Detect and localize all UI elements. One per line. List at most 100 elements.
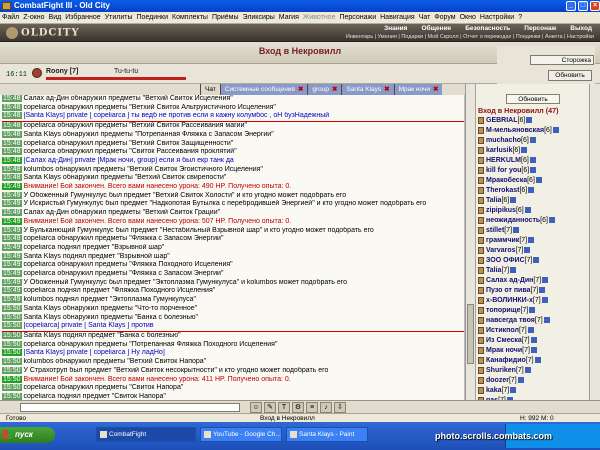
player-info-icon[interactable] — [528, 187, 535, 194]
chat-timestamp[interactable]: 15:48 — [2, 174, 22, 182]
private-chat-icon[interactable] — [478, 246, 484, 254]
player-list-name[interactable]: Салах ад-Дин — [486, 277, 533, 284]
player-info-icon[interactable] — [513, 227, 520, 234]
chat-timestamp[interactable]: 15:48 — [2, 122, 22, 130]
player-info-icon[interactable] — [517, 377, 524, 384]
private-chat-icon[interactable] — [478, 296, 484, 304]
chat-timestamp[interactable]: 15:50 — [2, 384, 22, 392]
player-list-item[interactable]: muchacho[6] — [478, 136, 590, 146]
private-chat-icon[interactable] — [478, 116, 484, 124]
private-chat-icon[interactable] — [478, 376, 484, 384]
private-chat-icon[interactable] — [478, 276, 484, 284]
menu-item[interactable]: Настройки — [478, 14, 516, 21]
private-chat-icon[interactable] — [478, 136, 484, 144]
player-list-name[interactable]: GEBRIAL — [486, 117, 518, 124]
tab-close-icon[interactable]: ✖ — [384, 86, 389, 93]
player-list-item[interactable]: stillet[7] — [478, 226, 590, 236]
private-chat-icon[interactable] — [478, 326, 484, 334]
minimize-button[interactable]: _ — [566, 1, 576, 11]
player-list-item[interactable]: М-мельяновская[6] — [478, 126, 590, 136]
menu-item[interactable]: Комплекты — [170, 14, 210, 21]
private-chat-icon[interactable] — [478, 306, 484, 314]
side-refresh-button[interactable]: Обновить — [506, 94, 560, 104]
player-list-name[interactable]: навсегда твоя — [486, 317, 535, 324]
player-info-icon[interactable] — [527, 327, 534, 334]
chat-timestamp[interactable]: 15:48 — [2, 148, 22, 156]
top-nav-item[interactable]: Выход — [570, 25, 592, 32]
player-list-item[interactable]: неожиданность[6] — [478, 216, 590, 226]
player-info-icon[interactable] — [529, 307, 536, 314]
player-info-icon[interactable] — [521, 147, 528, 154]
chat-timestamp[interactable]: 15:48 — [2, 165, 22, 173]
tab-close-icon[interactable]: ✖ — [298, 86, 303, 93]
player-info-icon[interactable] — [539, 287, 546, 294]
private-chat-icon[interactable] — [478, 356, 484, 364]
player-info-icon[interactable] — [543, 317, 550, 324]
private-chat-icon[interactable] — [478, 346, 484, 354]
player-list-item[interactable]: граммчик[7] — [478, 236, 590, 246]
chat-timestamp[interactable]: 15:50 — [2, 331, 22, 339]
player-list-name[interactable]: doozer — [486, 377, 509, 384]
menu-item[interactable]: Z-окно — [21, 14, 46, 21]
filter-icon[interactable]: T — [278, 402, 290, 413]
top-nav-item[interactable]: Персонаж — [524, 25, 556, 32]
task-combatfight[interactable]: CombatFight — [96, 427, 196, 442]
chat-scroll-thumb[interactable] — [467, 304, 474, 364]
player-list-item[interactable]: Пузо от пива[7] — [478, 286, 590, 296]
player-list-item[interactable]: навсегда твоя[7] — [478, 316, 590, 326]
player-info-icon[interactable] — [533, 257, 540, 264]
player-list-item[interactable]: Из Смеска[7] — [478, 336, 590, 346]
menu-item[interactable]: ? — [516, 14, 524, 21]
player-list-item[interactable]: kill for you[6] — [478, 166, 590, 176]
player-info-icon[interactable] — [524, 247, 531, 254]
player-info-icon[interactable] — [524, 367, 531, 374]
chat-timestamp[interactable]: 15:49 — [2, 235, 22, 243]
player-list-name[interactable]: граммчик — [486, 237, 519, 244]
player-list-name[interactable]: М-мельяновская — [486, 127, 544, 134]
player-list-item[interactable]: Мракобеска[6] — [478, 176, 590, 186]
close-button[interactable]: × — [590, 1, 600, 11]
side-scrollbar[interactable] — [589, 84, 600, 400]
private-chat-icon[interactable] — [478, 226, 484, 234]
menu-item[interactable]: Навигация — [378, 14, 417, 21]
settings-icon[interactable]: ⚙ — [292, 402, 304, 413]
message-input[interactable] — [20, 403, 240, 412]
player-info-icon[interactable] — [528, 237, 535, 244]
chat-timestamp[interactable]: 15:49 — [2, 243, 22, 251]
player-list-item[interactable]: ЗОО ОФИС[7] — [478, 256, 590, 266]
player-list-item[interactable]: zipipikus[6] — [478, 206, 590, 216]
player-info-icon[interactable] — [510, 267, 517, 274]
chat-tab[interactable]: Системные сообщения ✖ — [219, 84, 308, 95]
chat-timestamp[interactable]: 15:48 — [2, 130, 22, 138]
player-list-name[interactable]: Talia — [486, 197, 501, 204]
player-list-item[interactable]: топорище[7] — [478, 306, 590, 316]
player-list-item[interactable]: doozer[7] — [478, 376, 590, 386]
sound-icon[interactable]: ♪ — [320, 402, 332, 413]
player-list-item[interactable]: Shuriken[7] — [478, 366, 590, 376]
player-list-item[interactable]: Салах ад-Дин[7] — [478, 276, 590, 286]
private-chat-icon[interactable] — [478, 256, 484, 264]
private-chat-icon[interactable] — [478, 386, 484, 394]
player-list-item[interactable]: GEBRIAL[6] — [478, 116, 590, 126]
private-chat-icon[interactable] — [478, 156, 484, 164]
top-nav-item[interactable]: Общение — [421, 25, 451, 32]
refresh-button[interactable]: Обновить — [548, 70, 592, 81]
chat-timestamp[interactable]: 15:49 — [2, 191, 22, 199]
player-list-name[interactable]: karlusik — [486, 147, 512, 154]
task-youtube[interactable]: YouTube - Google Ch... — [200, 427, 282, 442]
player-info-icon[interactable] — [541, 297, 548, 304]
private-chat-icon[interactable] — [478, 146, 484, 154]
player-list-name[interactable]: Мрак ночи — [486, 347, 522, 354]
player-info-icon[interactable] — [530, 337, 537, 344]
private-chat-icon[interactable] — [478, 216, 484, 224]
chat-timestamp[interactable]: 15:50 — [2, 313, 22, 321]
private-chat-icon[interactable] — [478, 336, 484, 344]
menu-item[interactable]: Файл — [0, 14, 21, 21]
player-list-name[interactable]: HERKULM — [486, 157, 521, 164]
smile-icon[interactable]: ☺ — [250, 402, 262, 413]
private-chat-icon[interactable] — [478, 236, 484, 244]
chat-timestamp[interactable]: 15:49 — [2, 200, 22, 208]
player-list-name[interactable]: ЗОО ОФИС — [486, 257, 525, 264]
start-button[interactable]: пуск — [0, 427, 55, 443]
translit-icon[interactable]: ≡ — [306, 402, 318, 413]
